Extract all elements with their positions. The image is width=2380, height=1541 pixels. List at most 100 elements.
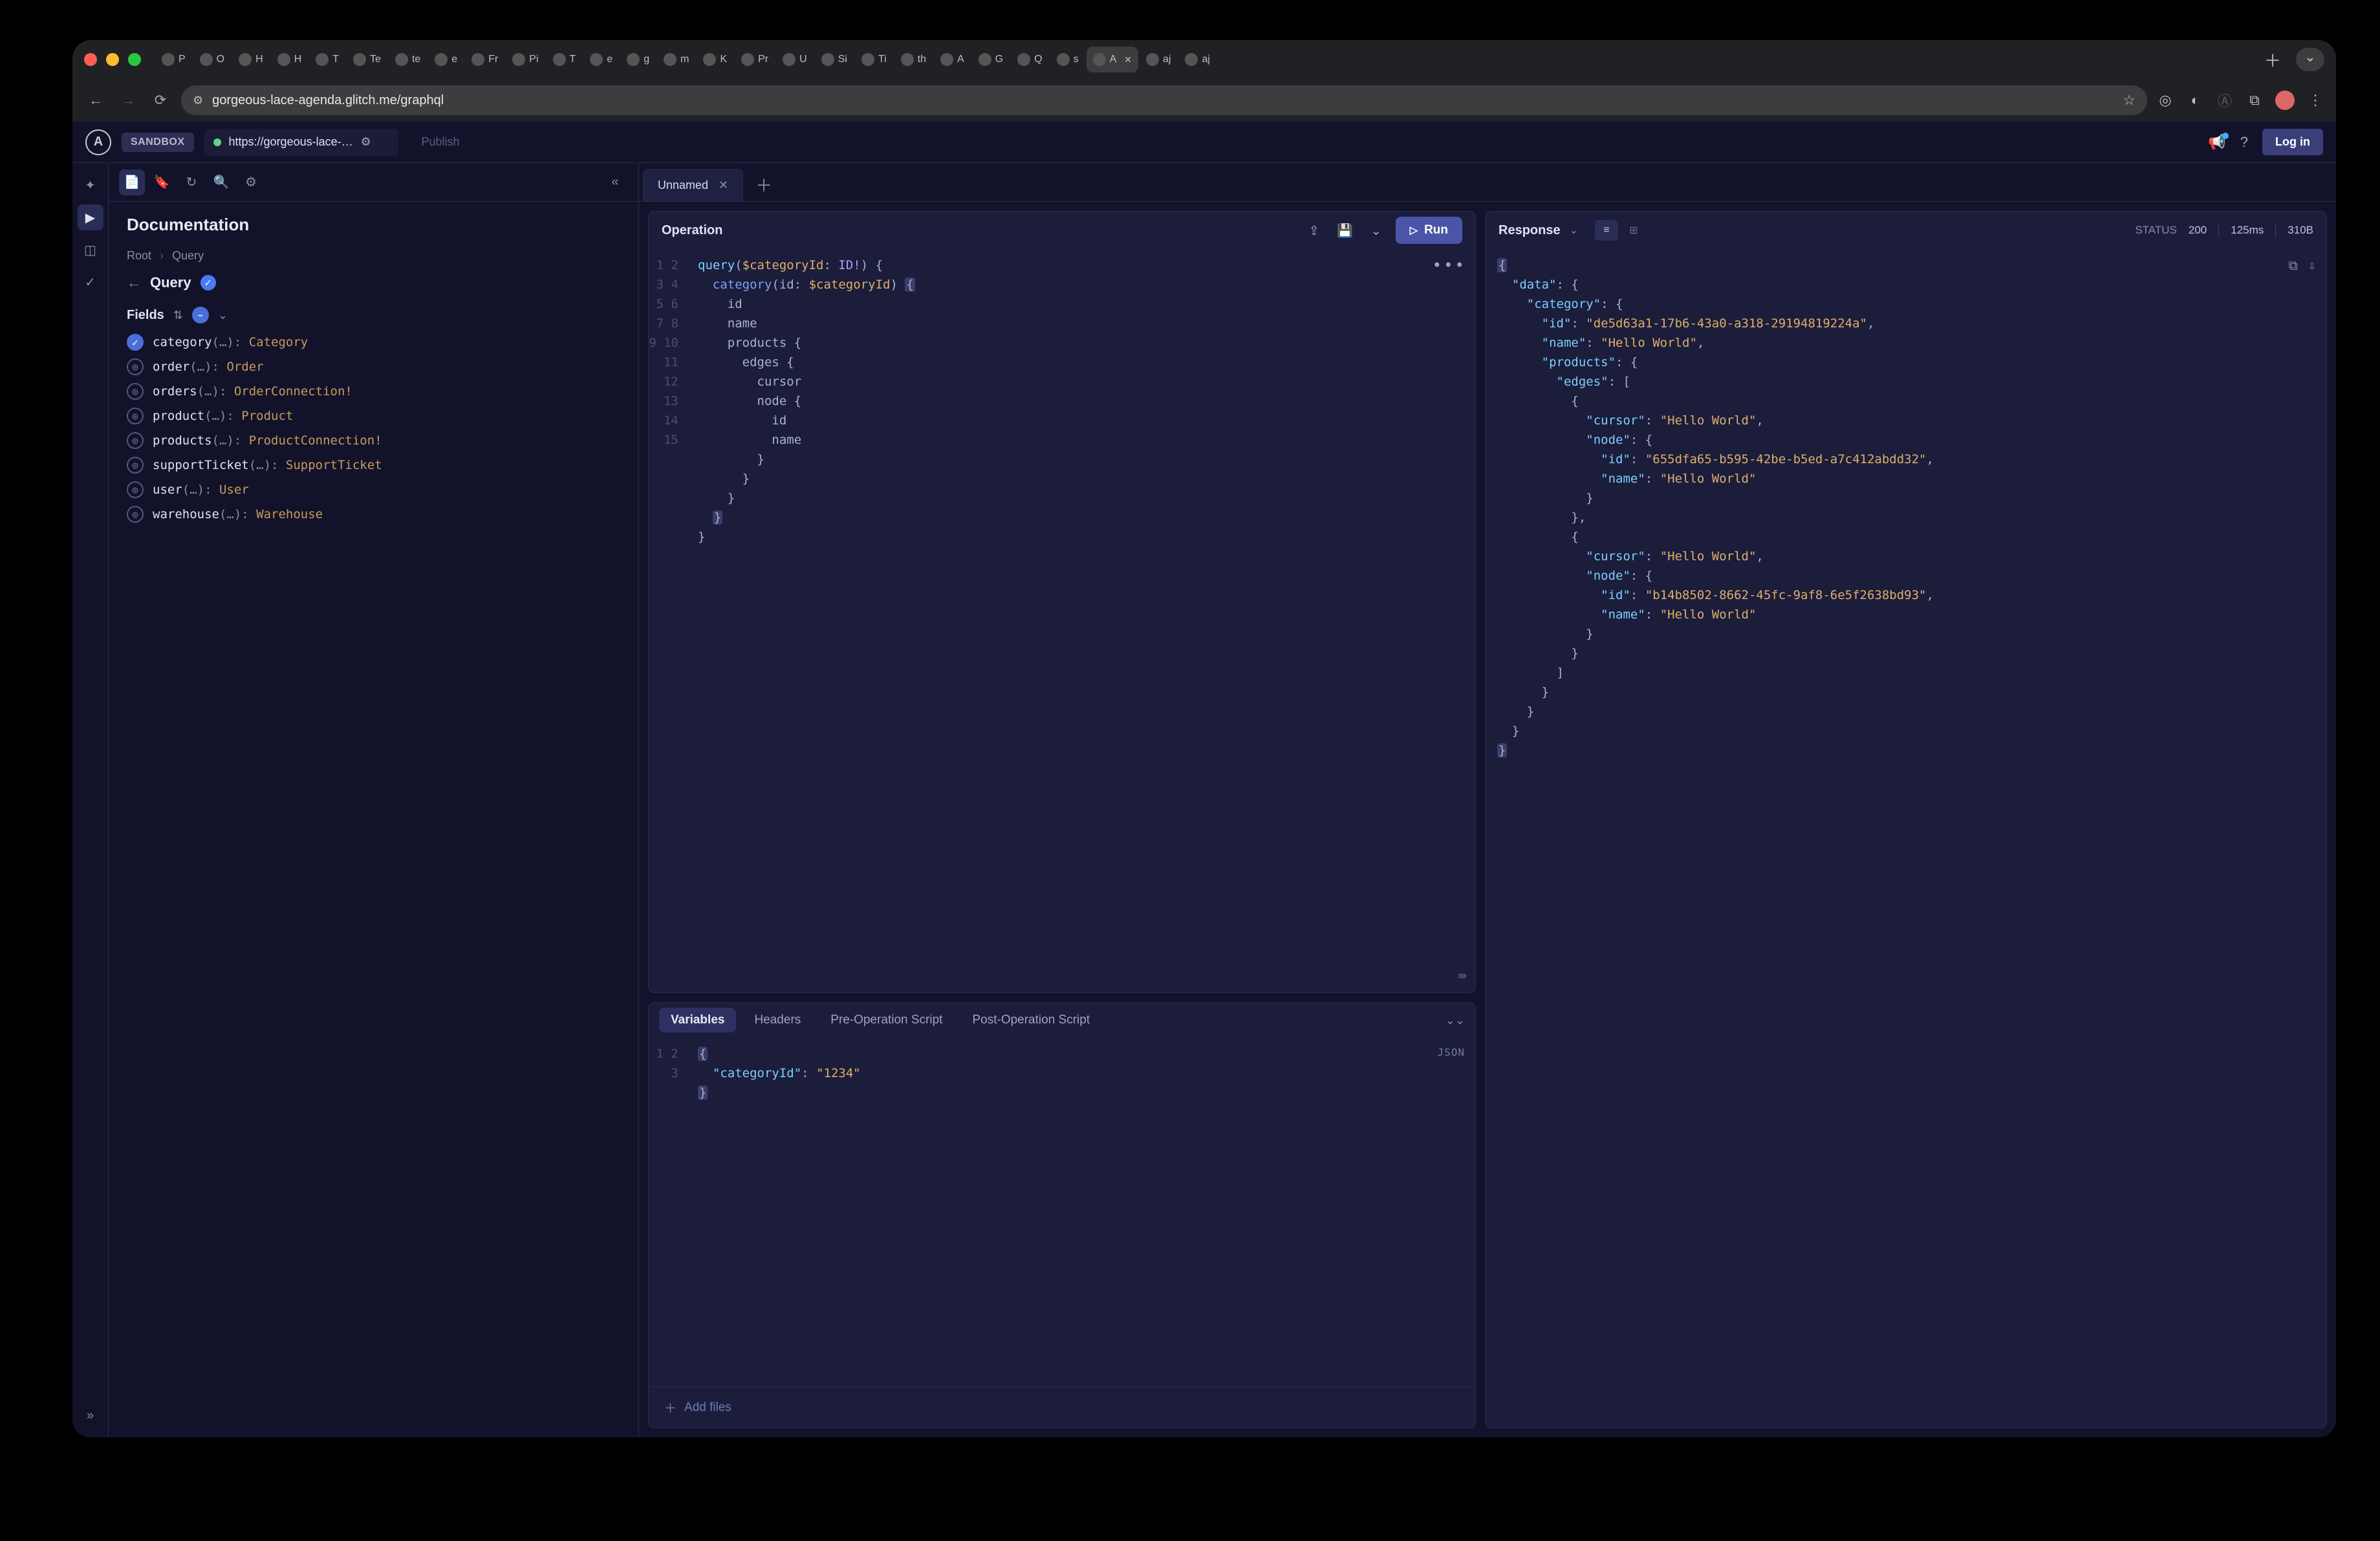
query-selected-badge[interactable]: ✓ <box>200 275 216 290</box>
field-row[interactable]: ⊕supportTicket(…): SupportTicket <box>127 457 620 474</box>
site-settings-icon[interactable]: ⚙ <box>193 94 203 107</box>
browser-tab[interactable]: Si <box>815 47 854 72</box>
field-add-icon[interactable]: ⊕ <box>127 358 144 375</box>
endpoint-input[interactable]: https://gorgeous-lace-… ⚙ <box>204 129 398 156</box>
sidebar-docs-icon[interactable]: 📄 <box>119 169 145 195</box>
response-view-json-icon[interactable]: ≡ <box>1595 220 1618 241</box>
browser-tab[interactable]: s <box>1050 47 1085 72</box>
browser-tab[interactable]: e <box>428 47 464 72</box>
extension-icon[interactable]: ◎ <box>2156 91 2174 109</box>
nav-back-button[interactable]: ← <box>84 89 107 112</box>
variables-collapse-icon[interactable]: ⌄⌄ <box>1445 1014 1465 1027</box>
login-button[interactable]: Log in <box>2262 129 2323 155</box>
field-add-icon[interactable]: ⊕ <box>127 506 144 523</box>
apollo-logo-icon[interactable]: A <box>85 129 111 155</box>
response-view-table-icon[interactable]: ⊞ <box>1622 220 1645 241</box>
sidebar-history-icon[interactable]: ↻ <box>178 169 204 195</box>
field-row[interactable]: ✓category(…): Category <box>127 334 620 351</box>
rail-expand-icon[interactable]: » <box>78 1403 103 1428</box>
fields-expand-icon[interactable]: ⌄ <box>218 309 228 322</box>
field-row[interactable]: ⊕warehouse(…): Warehouse <box>127 506 620 523</box>
browser-tab[interactable]: Pr <box>735 47 775 72</box>
browser-tab[interactable]: th <box>894 47 933 72</box>
response-body[interactable]: { "data": { "category": { "id": "de5d63a… <box>1486 249 2326 1428</box>
field-add-icon[interactable]: ⊕ <box>127 481 144 498</box>
browser-tab[interactable]: Fr <box>465 47 504 72</box>
editor-code[interactable]: query($categoryId: ID!) { category(id: $… <box>687 249 1475 992</box>
query-editor[interactable]: ••• ⌨ 1 2 3 4 5 6 7 8 9 10 11 12 13 14 1… <box>649 249 1475 992</box>
rail-explorer-icon[interactable]: ▶ <box>78 204 103 230</box>
browser-tab[interactable]: te <box>389 47 427 72</box>
field-type[interactable]: Order <box>226 360 263 374</box>
rail-checks-icon[interactable]: ✓ <box>78 269 103 295</box>
editor-more-icon[interactable]: ••• <box>1433 256 1466 275</box>
download-response-icon[interactable]: ⇩ <box>2308 256 2316 275</box>
save-operation-icon[interactable]: 💾 <box>1334 219 1357 242</box>
nav-reload-button[interactable]: ⟳ <box>149 89 172 112</box>
window-minimize-button[interactable] <box>106 53 119 66</box>
field-checked-icon[interactable]: ✓ <box>127 334 144 351</box>
window-maximize-button[interactable] <box>128 53 141 66</box>
sidebar-settings-icon[interactable]: ⚙ <box>238 169 264 195</box>
endpoint-settings-icon[interactable]: ⚙ <box>361 135 371 149</box>
sidebar-search-icon[interactable]: 🔍 <box>208 169 234 195</box>
browser-tab[interactable]: g <box>620 47 656 72</box>
extension-icon[interactable]: ◐ <box>2186 91 2204 109</box>
variables-tab[interactable]: Variables <box>659 1008 736 1033</box>
browser-tab[interactable]: A <box>934 47 971 72</box>
field-add-icon[interactable]: ⊕ <box>127 457 144 474</box>
field-type[interactable]: User <box>219 483 249 497</box>
nav-forward-button[interactable]: → <box>116 89 140 112</box>
add-files-button[interactable]: ＋ Add files <box>649 1386 1475 1428</box>
sidebar-bookmark-icon[interactable]: 🔖 <box>149 169 175 195</box>
add-tab-button[interactable]: ＋ <box>750 170 778 199</box>
browser-tab[interactable]: Q <box>1011 47 1048 72</box>
bookmark-star-icon[interactable]: ☆ <box>2123 92 2136 109</box>
field-type[interactable]: Category <box>249 335 308 349</box>
rail-schema-icon[interactable]: ✦ <box>78 172 103 198</box>
browser-tab[interactable]: Ti <box>855 47 893 72</box>
close-tab-icon[interactable]: ✕ <box>1124 54 1132 65</box>
breadcrumb-root[interactable]: Root <box>127 249 151 262</box>
variables-tab[interactable]: Pre-Operation Script <box>819 1008 954 1033</box>
field-row[interactable]: ⊕order(…): Order <box>127 358 620 375</box>
field-row[interactable]: ⊕orders(…): OrderConnection! <box>127 383 620 400</box>
browser-tab[interactable]: Te <box>347 47 387 72</box>
field-add-icon[interactable]: ⊕ <box>127 383 144 400</box>
browser-tab[interactable]: T <box>546 47 583 72</box>
extensions-menu-icon[interactable]: ⧉ <box>2245 91 2264 109</box>
new-tab-button[interactable]: ＋ <box>2261 48 2284 71</box>
window-close-button[interactable] <box>84 53 97 66</box>
fields-sort-icon[interactable]: ⇅ <box>173 309 183 322</box>
url-bar[interactable]: ⚙ gorgeous-lace-agenda.glitch.me/graphql… <box>181 85 2147 115</box>
browser-tab[interactable]: O <box>193 47 231 72</box>
field-type[interactable]: SupportTicket <box>286 458 382 472</box>
close-tab-icon[interactable]: ✕ <box>719 179 728 192</box>
browser-tab[interactable]: P <box>155 47 192 72</box>
extension-icon[interactable]: Ⓐ <box>2216 91 2234 109</box>
variables-tab[interactable]: Post-Operation Script <box>960 1008 1101 1033</box>
field-row[interactable]: ⊕products(…): ProductConnection! <box>127 432 620 449</box>
field-add-icon[interactable]: ⊕ <box>127 432 144 449</box>
browser-tab[interactable]: H <box>271 47 308 72</box>
response-dropdown-icon[interactable]: ⌄ <box>1570 224 1578 237</box>
back-arrow-icon[interactable]: ← <box>127 274 141 291</box>
run-button[interactable]: ▷ Run <box>1396 217 1462 244</box>
field-type[interactable]: OrderConnection! <box>234 384 352 399</box>
rail-diff-icon[interactable]: ◫ <box>78 237 103 263</box>
browser-menu-icon[interactable]: ⋮ <box>2306 91 2324 109</box>
browser-tab[interactable]: K <box>697 47 733 72</box>
variables-editor[interactable]: JSON 1 2 3 { "categoryId": "1234" } <box>649 1038 1475 1386</box>
field-add-icon[interactable]: ⊕ <box>127 408 144 424</box>
sidebar-collapse-icon[interactable]: « <box>602 169 628 195</box>
field-row[interactable]: ⊕user(…): User <box>127 481 620 498</box>
browser-tab[interactable]: H <box>232 47 270 72</box>
browser-tab[interactable]: aj <box>1140 47 1177 72</box>
browser-tab[interactable]: U <box>776 47 814 72</box>
browser-tab[interactable]: G <box>972 47 1010 72</box>
announcements-icon[interactable]: 📢 <box>2208 134 2225 151</box>
browser-tab[interactable]: Pi <box>506 47 545 72</box>
publish-button[interactable]: Publish <box>409 130 473 154</box>
field-row[interactable]: ⊕product(…): Product <box>127 408 620 424</box>
browser-tab[interactable]: aj <box>1178 47 1216 72</box>
